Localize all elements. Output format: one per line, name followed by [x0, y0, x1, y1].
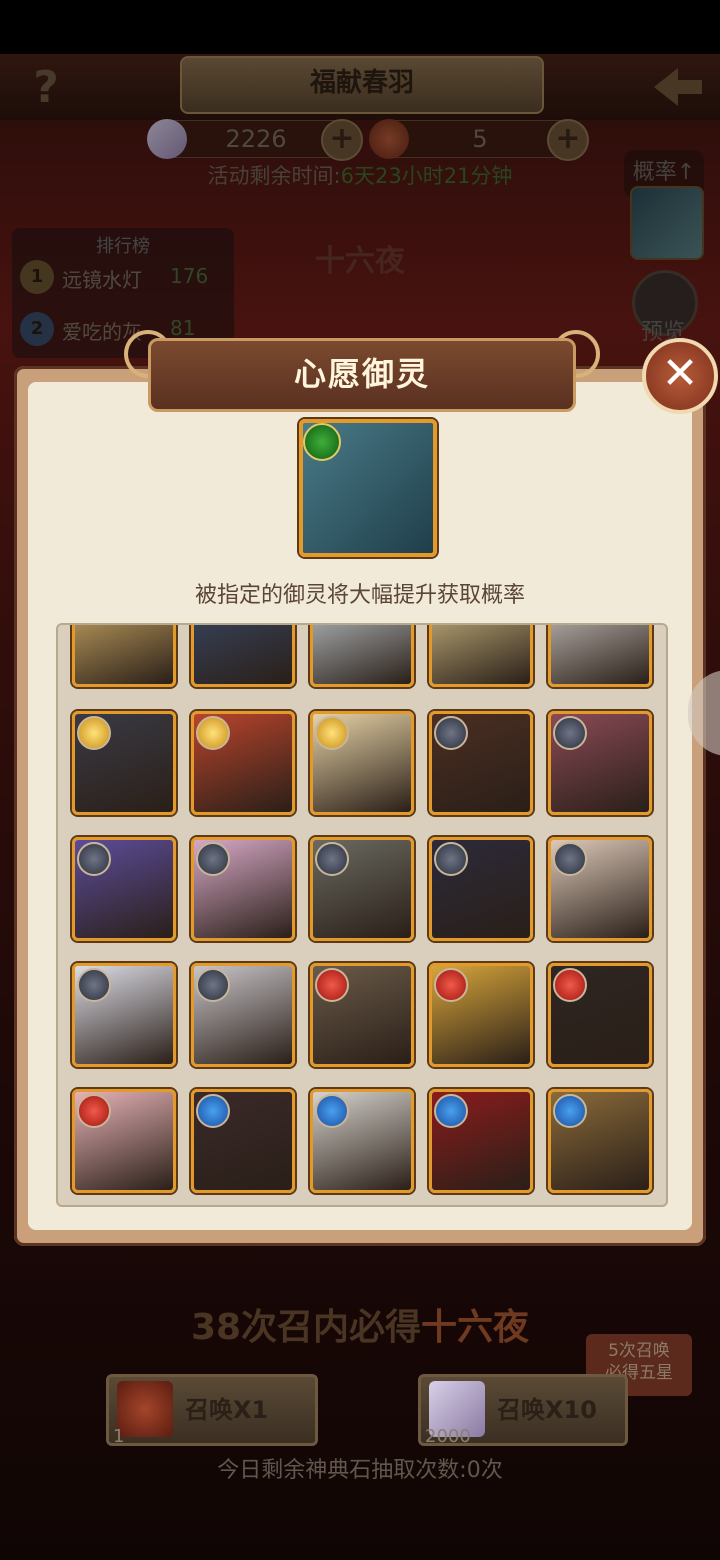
- hero-card[interactable]: [72, 625, 176, 687]
- hero-card[interactable]: [310, 1089, 414, 1193]
- attribute-badge-icon: [77, 716, 111, 750]
- hero-card[interactable]: [429, 625, 533, 687]
- summon-x1-cost: 1: [113, 1426, 125, 1447]
- hero-card[interactable]: [548, 711, 652, 815]
- modal-caption: 被指定的御灵将大幅提升获取概率: [194, 583, 525, 608]
- attribute-badge-icon: [77, 968, 111, 1002]
- attribute-badge-icon: [315, 842, 349, 876]
- hero-card[interactable]: [191, 711, 295, 815]
- attribute-badge-icon: [434, 1094, 468, 1128]
- hero-grid: [56, 623, 668, 1207]
- hero-card[interactable]: [191, 963, 295, 1067]
- selected-hero-card[interactable]: [299, 419, 437, 557]
- hero-card[interactable]: [310, 625, 414, 687]
- attribute-badge-icon: [315, 716, 349, 750]
- hero-card[interactable]: [548, 1089, 652, 1193]
- hero-card[interactable]: [548, 963, 652, 1067]
- hero-card[interactable]: [191, 837, 295, 941]
- grade-badge-icon: [303, 423, 341, 461]
- guarantee-hero: 十六夜: [421, 1307, 530, 1348]
- hero-portrait: [194, 625, 292, 684]
- summon-x10-cost: 2000: [425, 1426, 471, 1447]
- hero-portrait: [551, 625, 649, 684]
- remaining-draws: 今日剩余神典石抽取次数:0次: [217, 1458, 503, 1483]
- hero-card[interactable]: [429, 963, 533, 1067]
- hero-card[interactable]: [72, 837, 176, 941]
- hero-card[interactable]: [310, 711, 414, 815]
- attribute-badge-icon: [553, 1094, 587, 1128]
- attribute-badge-icon: [553, 716, 587, 750]
- hero-portrait: [432, 625, 530, 684]
- hero-card[interactable]: [72, 711, 176, 815]
- attribute-badge-icon: [434, 842, 468, 876]
- summon-x1-label: 召唤X1: [185, 1396, 269, 1424]
- hero-card[interactable]: [310, 963, 414, 1067]
- attribute-badge-icon: [196, 842, 230, 876]
- summon-x1-button[interactable]: 1 召唤X1: [106, 1374, 318, 1447]
- hero-card[interactable]: [548, 625, 652, 687]
- summon-x10-button[interactable]: 2000 召唤X10: [418, 1374, 628, 1447]
- status-bar: [0, 0, 720, 54]
- attribute-badge-icon: [553, 968, 587, 1002]
- attribute-badge-icon: [553, 842, 587, 876]
- attribute-badge-icon: [434, 968, 468, 1002]
- five-star-line1: 5次召唤: [608, 1341, 670, 1361]
- guarantee-prefix: 38次召内必得: [190, 1307, 422, 1348]
- attribute-badge-icon: [77, 842, 111, 876]
- hero-card[interactable]: [548, 837, 652, 941]
- attribute-badge-icon: [196, 716, 230, 750]
- hero-portrait: [75, 625, 173, 684]
- attribute-badge-icon: [315, 1094, 349, 1128]
- hero-card[interactable]: [429, 837, 533, 941]
- hero-card[interactable]: [429, 711, 533, 815]
- hero-portrait: [313, 625, 411, 684]
- hero-card[interactable]: [72, 1089, 176, 1193]
- attribute-badge-icon: [434, 716, 468, 750]
- fortune-ticket-icon: [117, 1381, 173, 1437]
- hero-card[interactable]: [72, 963, 176, 1067]
- attribute-badge-icon: [196, 1094, 230, 1128]
- hero-card[interactable]: [191, 1089, 295, 1193]
- close-button[interactable]: ✕: [642, 338, 718, 414]
- hero-card[interactable]: [429, 1089, 533, 1193]
- hero-card[interactable]: [310, 837, 414, 941]
- attribute-badge-icon: [315, 968, 349, 1002]
- modal-title: 心愿御灵: [148, 338, 576, 412]
- summon-x10-label: 召唤X10: [497, 1396, 597, 1424]
- attribute-badge-icon: [77, 1094, 111, 1128]
- hero-card[interactable]: [191, 625, 295, 687]
- attribute-badge-icon: [196, 968, 230, 1002]
